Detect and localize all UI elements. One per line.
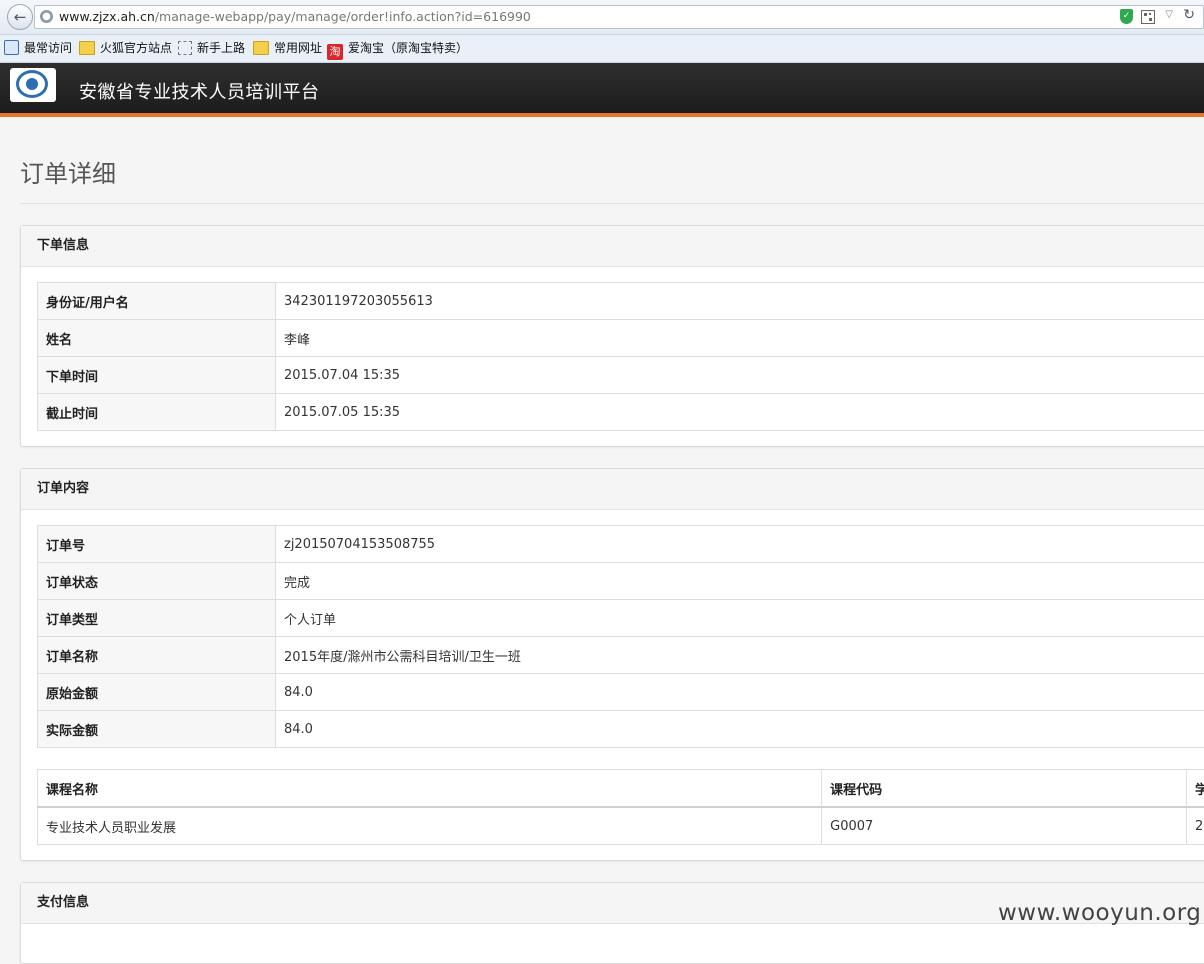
- field-label: 订单状态: [38, 563, 276, 600]
- field-value: 84.0: [276, 674, 1204, 711]
- bookmark-getting-started[interactable]: 新手上路: [178, 40, 245, 57]
- globe-icon: ●: [40, 10, 53, 23]
- table-row: 姓名 李峰: [38, 320, 1204, 357]
- bookmark-label: 火狐官方站点: [100, 41, 172, 55]
- field-label: 订单号: [38, 526, 276, 563]
- folder-icon: [79, 41, 95, 55]
- bookmark-label: 新手上路: [197, 41, 245, 55]
- page-icon: [178, 41, 192, 55]
- course-code-cell: G0007: [822, 807, 1187, 845]
- table-row: 身份证/用户名 342301197203055613: [38, 283, 1204, 320]
- order-info-table: 身份证/用户名 342301197203055613 姓名 李峰 下单时间 20…: [37, 282, 1204, 431]
- site-logo[interactable]: [10, 68, 56, 102]
- url-host: www.zjzx.ah.cn: [59, 9, 155, 24]
- bookmark-common-urls[interactable]: 常用网址: [253, 40, 322, 57]
- qr-code-icon[interactable]: [1141, 10, 1155, 24]
- back-arrow-icon[interactable]: ←: [7, 4, 33, 30]
- field-label: 订单名称: [38, 637, 276, 674]
- field-label: 姓名: [38, 320, 276, 357]
- search-icon: [4, 40, 19, 55]
- url-text[interactable]: www.zjzx.ah.cn/manage-webapp/pay/manage/…: [59, 9, 531, 24]
- bookmarks-bar: 最常访问 火狐官方站点 新手上路 常用网址 淘爱淘宝（原淘宝特卖）: [0, 35, 1204, 63]
- table-row: 专业技术人员职业发展 G0007 2: [38, 807, 1204, 845]
- panel-title: 下单信息: [21, 226, 1204, 267]
- field-label: 身份证/用户名: [38, 283, 276, 320]
- field-value: 个人订单: [276, 600, 1204, 637]
- browser-toolbar: ← ● www.zjzx.ah.cn/manage-webapp/pay/man…: [0, 0, 1204, 35]
- taobao-icon: 淘: [327, 44, 343, 60]
- shield-icon[interactable]: ✓: [1120, 9, 1133, 24]
- order-info-panel: 下单信息 身份证/用户名 342301197203055613 姓名 李峰 下单…: [20, 225, 1204, 447]
- field-value: 李峰: [276, 320, 1204, 357]
- bookmark-most-visited[interactable]: 最常访问: [4, 40, 72, 57]
- table-row: 订单类型 个人订单: [38, 600, 1204, 637]
- site-header: 安徽省专业技术人员培训平台: [0, 63, 1204, 117]
- table-row: 订单名称 2015年度/滁州市公需科目培训/卫生一班: [38, 637, 1204, 674]
- table-row: 下单时间 2015.07.04 15:35: [38, 357, 1204, 394]
- table-row: 截止时间 2015.07.05 15:35: [38, 394, 1204, 431]
- folder-icon: [253, 41, 269, 55]
- field-label: 订单类型: [38, 600, 276, 637]
- column-header: 课程名称: [38, 770, 822, 808]
- bookmark-label: 最常访问: [24, 41, 72, 55]
- address-bar[interactable]: ● www.zjzx.ah.cn/manage-webapp/pay/manag…: [34, 5, 1204, 29]
- heading-divider: [20, 203, 1204, 204]
- bookmark-label: 爱淘宝（原淘宝特卖）: [348, 41, 468, 55]
- field-label: 下单时间: [38, 357, 276, 394]
- course-table: 课程名称 课程代码 学 专业技术人员职业发展 G0007 2: [37, 769, 1204, 845]
- reload-icon[interactable]: ↻: [1183, 7, 1195, 23]
- bookmark-label: 常用网址: [274, 41, 322, 55]
- course-name-cell: 专业技术人员职业发展: [38, 807, 822, 845]
- field-label: 截止时间: [38, 394, 276, 431]
- table-row: 实际金额 84.0: [38, 711, 1204, 748]
- field-value: 完成: [276, 563, 1204, 600]
- table-row: 订单状态 完成: [38, 563, 1204, 600]
- watermark: www.wooyun.org: [998, 900, 1201, 926]
- field-value: 342301197203055613: [276, 283, 1204, 320]
- bookmark-aitaobao[interactable]: 淘爱淘宝（原淘宝特卖）: [327, 40, 468, 57]
- field-value: 2015年度/滁州市公需科目培训/卫生一班: [276, 637, 1204, 674]
- order-content-table: 订单号 zj20150704153508755 订单状态 完成 订单类型 个人订…: [37, 525, 1204, 748]
- logo-core: [26, 78, 38, 90]
- dropdown-arrow-icon[interactable]: ▽: [1165, 9, 1173, 20]
- panel-title: 订单内容: [21, 469, 1204, 510]
- field-label: 原始金额: [38, 674, 276, 711]
- url-path: /manage-webapp/pay/manage/order!info.act…: [155, 9, 531, 24]
- field-value: zj20150704153508755: [276, 526, 1204, 563]
- column-header: 课程代码: [822, 770, 1187, 808]
- table-row: 订单号 zj20150704153508755: [38, 526, 1204, 563]
- site-title: 安徽省专业技术人员培训平台: [79, 78, 320, 104]
- column-header: 学: [1186, 770, 1204, 808]
- course-credit-cell: 2: [1186, 807, 1204, 845]
- field-value: 84.0: [276, 711, 1204, 748]
- table-row: 原始金额 84.0: [38, 674, 1204, 711]
- page-title: 订单详细: [20, 154, 116, 189]
- field-value: 2015.07.04 15:35: [276, 357, 1204, 394]
- order-content-panel: 订单内容 订单号 zj20150704153508755 订单状态 完成 订单类…: [20, 468, 1204, 861]
- table-header-row: 课程名称 课程代码 学: [38, 770, 1204, 808]
- field-value: 2015.07.05 15:35: [276, 394, 1204, 431]
- field-label: 实际金额: [38, 711, 276, 748]
- bookmark-firefox-site[interactable]: 火狐官方站点: [79, 40, 172, 57]
